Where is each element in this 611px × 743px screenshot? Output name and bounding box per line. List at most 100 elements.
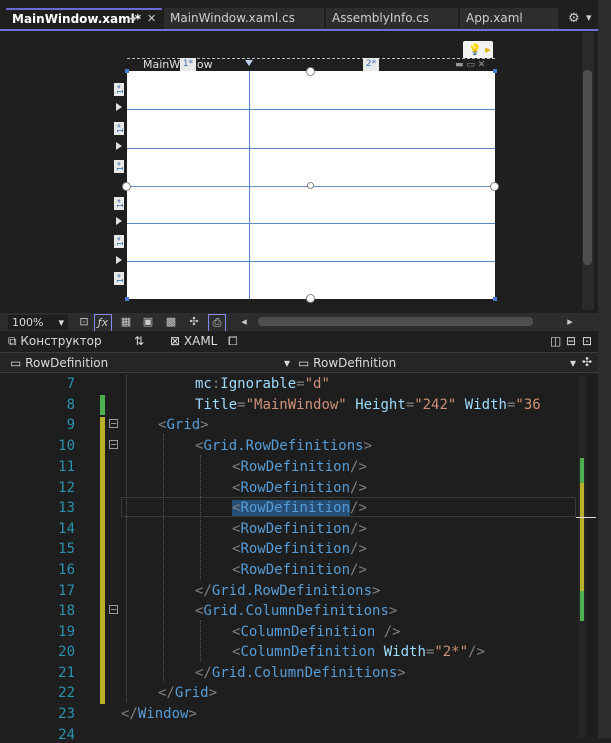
corner-handle[interactable]	[493, 69, 497, 73]
code-line: <RowDefinition/>	[232, 562, 367, 578]
fold-toggle[interactable]: −	[109, 605, 118, 614]
resize-handle[interactable]	[306, 67, 315, 76]
scroll-left-icon[interactable]: ◂	[236, 314, 252, 330]
row-marker[interactable]: 1*	[114, 83, 125, 96]
designer-tab-label: Конструктор	[20, 334, 102, 348]
code-line: </Window>	[121, 706, 197, 722]
indent-guide	[163, 434, 164, 682]
element-icon: ▭	[298, 356, 310, 370]
snap-grid-icon[interactable]: ▣	[140, 314, 156, 330]
code-line: <RowDefinition/>	[232, 541, 367, 557]
tab-mainwindow-xaml[interactable]: MainWindow.xaml* ⊸ ✕	[6, 8, 162, 30]
tab-label: MainWindow.xaml.cs	[170, 11, 295, 25]
member-combobox[interactable]: ▭ RowDefinition ▾	[298, 355, 578, 371]
window-right-edge	[598, 0, 611, 738]
vertical-split-icon[interactable]: ◫	[550, 334, 561, 348]
tab-mainwindow-xaml-cs[interactable]: MainWindow.xaml.cs	[164, 8, 324, 30]
device-icon[interactable]: ⎙	[208, 314, 226, 332]
swap-panes-icon[interactable]: ⇅	[134, 334, 144, 348]
row-marker[interactable]: 1*	[114, 197, 125, 210]
element-scope-combobox[interactable]: ▭ RowDefinition ▾	[10, 355, 292, 371]
resize-handle[interactable]	[122, 182, 131, 191]
split-editor-icon[interactable]: ✣	[582, 355, 592, 369]
line-number: 10	[58, 438, 75, 454]
code-line: </Grid>	[158, 685, 218, 701]
grid-icon[interactable]: ▦	[118, 314, 134, 330]
row-divider	[127, 261, 495, 262]
line-number: 17	[58, 583, 75, 599]
center-handle[interactable]	[307, 182, 314, 189]
zoom-combobox[interactable]: 100% ▾	[8, 315, 68, 330]
scroll-right-icon[interactable]: ▸	[562, 314, 578, 330]
resize-handle[interactable]	[490, 182, 499, 191]
designer-tab[interactable]: ⧉ Конструктор	[8, 334, 102, 349]
horizontal-split-icon[interactable]: ⊟	[566, 334, 576, 348]
toggle-effects-icon[interactable]: ⊡	[76, 314, 92, 330]
scroll-change-marker	[580, 458, 584, 483]
scope-value: RowDefinition	[25, 356, 109, 370]
split-view-bar: ⧉ Конструктор ⇅ ⊠ XAML ⧠ ◫ ⊟ ⊡	[0, 331, 600, 353]
zoom-value: 100%	[12, 316, 44, 329]
line-number: 20	[58, 644, 75, 660]
code-line-selected[interactable]: <RowDefinition/>	[232, 500, 367, 516]
code-line: <ColumnDefinition />	[232, 624, 401, 640]
corner-handle[interactable]	[493, 297, 497, 301]
line-number: 7	[66, 376, 75, 392]
line-number: 11	[58, 459, 75, 475]
fold-toggle[interactable]: −	[109, 440, 118, 449]
tab-assemblyinfo-cs[interactable]: AssemblyInfo.cs	[326, 8, 458, 30]
designer-scroll-thumb[interactable]	[583, 70, 592, 265]
snap-lines-icon[interactable]: ✣	[186, 314, 202, 330]
row-marker[interactable]: 1*	[114, 272, 125, 285]
column-marker[interactable]: 2*	[363, 58, 379, 71]
document-tab-bar: MainWindow.xaml* ⊸ ✕ MainWindow.xaml.cs …	[0, 0, 611, 30]
column-marker[interactable]: 1*	[180, 58, 196, 71]
fold-toggle[interactable]: −	[109, 419, 118, 428]
unsaved-change-marker	[100, 417, 105, 704]
row-divider	[127, 109, 495, 110]
line-number: 13	[58, 500, 75, 516]
collapse-pane-icon[interactable]: ⊡	[582, 334, 592, 348]
member-value: RowDefinition	[313, 356, 397, 370]
resize-handle[interactable]	[306, 294, 315, 303]
row-marker[interactable]: 1*	[114, 160, 125, 173]
chevron-down-icon[interactable]: ▾	[586, 11, 592, 24]
code-line: Title="MainWindow" Height="242" Width="3…	[195, 397, 541, 413]
xaml-tab[interactable]: ⊠ XAML	[170, 334, 217, 348]
xaml-view-icon: ⊠	[170, 334, 181, 348]
chevron-down-icon: ▾	[283, 356, 290, 370]
lightbulb-icon[interactable]: 💡 ▸	[463, 41, 493, 59]
column-splitter-icon[interactable]	[245, 60, 253, 66]
line-number: 16	[58, 562, 75, 578]
row-marker[interactable]: 1*	[114, 122, 125, 135]
tab-app-xaml[interactable]: App.xaml	[460, 8, 558, 30]
line-number: 12	[58, 480, 75, 496]
row-splitter-icon[interactable]	[116, 103, 122, 111]
line-number: 9	[66, 417, 75, 433]
designer-horizontal-scrollbar[interactable]	[258, 317, 533, 326]
row-splitter-icon[interactable]	[116, 142, 122, 150]
artboard-background-icon[interactable]: ▩	[163, 314, 179, 330]
line-number: 19	[58, 624, 75, 640]
corner-handle[interactable]	[125, 297, 129, 301]
gear-icon[interactable]: ⚙	[568, 11, 580, 26]
indent-guide	[126, 375, 127, 702]
code-line: </Grid.ColumnDefinitions>	[195, 665, 406, 681]
tab-label: AssemblyInfo.cs	[332, 11, 430, 25]
fx-icon[interactable]: ƒx	[94, 314, 112, 332]
designer-view-icon: ⧉	[8, 334, 17, 348]
row-splitter-icon[interactable]	[116, 256, 122, 264]
pin-icon[interactable]: ⊸	[127, 10, 136, 28]
row-marker[interactable]: 1*	[114, 235, 125, 248]
line-number: 22	[58, 685, 75, 701]
popout-xaml-icon[interactable]: ⧠	[228, 334, 238, 349]
corner-handle[interactable]	[125, 69, 129, 73]
saved-change-marker	[100, 395, 105, 415]
column-divider	[249, 71, 250, 299]
line-number: 24	[58, 727, 75, 743]
code-line: <RowDefinition/>	[232, 459, 367, 475]
window-controls-icon: ▬ ▭ ✕	[455, 60, 486, 70]
code-line: <RowDefinition/>	[232, 521, 367, 537]
row-splitter-icon[interactable]	[116, 217, 122, 225]
close-icon[interactable]: ✕	[147, 10, 156, 28]
